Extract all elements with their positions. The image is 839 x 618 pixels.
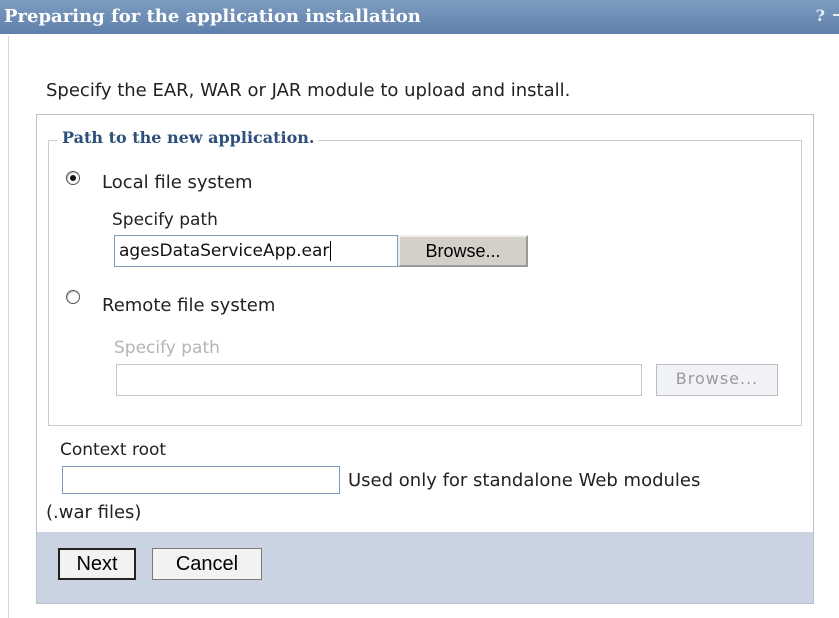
minimize-icon[interactable] [833, 14, 839, 16]
remote-path-input[interactable] [116, 364, 642, 396]
context-root-hint: Used only for standalone Web modules [348, 470, 701, 491]
page-title: Preparing for the application installati… [4, 6, 421, 27]
remote-browse-button: Browse... [656, 364, 778, 396]
context-root-hint-continued: (.war files) [46, 502, 142, 523]
local-browse-button[interactable]: Browse... [398, 235, 528, 267]
context-root-input[interactable] [62, 466, 340, 494]
context-root-label: Context root [60, 440, 167, 460]
next-button[interactable]: Next [58, 548, 136, 580]
remote-file-system-radio[interactable] [66, 290, 80, 304]
title-bar: Preparing for the application installati… [0, 0, 839, 34]
local-path-value: agesDataServiceApp.ear [119, 241, 330, 261]
local-path-input[interactable]: agesDataServiceApp.ear [114, 235, 398, 267]
text-caret [330, 241, 332, 261]
cancel-button[interactable]: Cancel [152, 548, 262, 580]
path-legend: Path to the new application. [58, 128, 319, 147]
remote-file-system-label[interactable]: Remote file system [102, 295, 275, 316]
help-icon[interactable]: ? [816, 6, 825, 25]
local-file-system-radio[interactable] [66, 171, 80, 185]
page-left-edge [8, 36, 9, 618]
local-specify-path-label: Specify path [112, 210, 218, 230]
remote-specify-path-label: Specify path [114, 338, 220, 358]
instruction-text: Specify the EAR, WAR or JAR module to up… [46, 80, 571, 101]
local-file-system-label[interactable]: Local file system [102, 172, 253, 193]
